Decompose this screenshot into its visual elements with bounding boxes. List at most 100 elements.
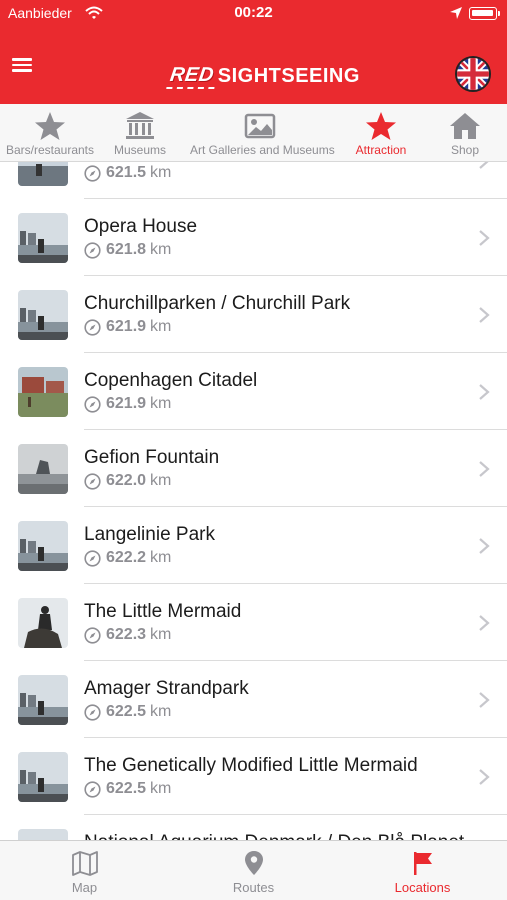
app-header: RED SIGHTSEEING: [0, 27, 507, 104]
compass-icon: [84, 318, 101, 336]
red-sightseeing-logo: RED SIGHTSEEING: [166, 63, 360, 89]
chevron-right-icon: [479, 615, 490, 631]
compass-icon: [84, 472, 101, 490]
battery-tip: [498, 11, 500, 16]
distance-value: 621.9: [106, 318, 147, 335]
attraction-thumbnail: [18, 598, 68, 648]
distance-label: 622.5 km: [84, 702, 171, 722]
attraction-title: National Aquarium Denmark / Den Blå Plan…: [84, 832, 464, 840]
list-item[interactable]: 621.5 km: [0, 162, 507, 199]
attraction-thumbnail: [18, 675, 68, 725]
attraction-title: The Little Mermaid: [84, 601, 242, 622]
tab-museums[interactable]: Museums: [103, 104, 177, 162]
distance-label: 621.5 km: [84, 163, 171, 183]
list-item[interactable]: The Genetically Modified Little Mermaid …: [0, 738, 507, 815]
distance-value: 621.5: [106, 164, 147, 181]
tab-locations[interactable]: Locations: [338, 841, 507, 900]
tab-label: Routes: [232, 880, 275, 895]
list-item[interactable]: Copenhagen Citadel 621.9 km: [0, 353, 507, 430]
chevron-right-icon: [479, 769, 490, 785]
distance-value: 621.9: [106, 395, 147, 412]
attraction-thumbnail: [18, 290, 68, 340]
attraction-thumbnail: [18, 444, 68, 494]
attraction-thumbnail: [18, 752, 68, 802]
chevron-right-icon: [479, 162, 489, 169]
tab-routes[interactable]: Routes: [169, 841, 338, 900]
chevron-right-icon: [479, 307, 490, 323]
distance-unit: km: [150, 164, 172, 181]
distance-label: 622.5 km: [84, 779, 171, 799]
compass-icon: [84, 626, 101, 644]
tab-label: Attraction: [355, 143, 407, 157]
compass-icon: [84, 780, 101, 798]
compass-icon: [84, 395, 101, 413]
star-icon: [366, 112, 396, 140]
distance-label: 621.9 km: [84, 394, 171, 414]
menu-button[interactable]: [10, 55, 36, 77]
bottom-tab-bar: Map Routes Locations: [0, 840, 507, 900]
distance-value: 622.5: [106, 780, 147, 797]
compass-icon: [84, 549, 101, 567]
list-item[interactable]: Amager Strandpark 622.5 km: [0, 661, 507, 738]
distance-value: 622.0: [106, 472, 147, 489]
logo-red-text: RED: [166, 63, 218, 89]
category-tabs: Bars/restaurants Museums Art Galleries a…: [0, 104, 507, 162]
tab-label: Art Galleries and Museums: [190, 143, 335, 157]
distance-label: 621.8 km: [84, 240, 171, 260]
list-item[interactable]: Churchillparken / Churchill Park 621.9 k…: [0, 276, 507, 353]
distance-value: 622.5: [106, 703, 147, 720]
distance-unit: km: [150, 549, 172, 566]
chevron-right-icon: [479, 538, 490, 554]
distance-unit: km: [150, 318, 172, 335]
tab-label: Museums: [113, 143, 166, 157]
attraction-thumbnail: [18, 213, 68, 263]
attraction-thumbnail: [18, 367, 68, 417]
map-icon: [71, 851, 98, 876]
chevron-right-icon: [479, 230, 490, 246]
logo-sightseeing-text: SIGHTSEEING: [217, 64, 360, 87]
list-item[interactable]: Opera House 621.8 km: [0, 199, 507, 276]
star-icon: [35, 112, 65, 140]
attraction-title: Amager Strandpark: [84, 678, 249, 699]
uk-flag-icon: [457, 58, 489, 90]
location-arrow-icon: [450, 7, 462, 19]
distance-value: 622.3: [106, 626, 147, 643]
museum-icon: [126, 112, 154, 139]
tab-shop[interactable]: Shop: [430, 104, 500, 162]
attraction-title: Copenhagen Citadel: [84, 370, 258, 391]
compass-icon: [84, 164, 101, 182]
distance-label: 622.0 km: [84, 471, 171, 491]
distance-unit: km: [150, 472, 172, 489]
pin-icon: [244, 851, 263, 875]
flag-icon: [413, 852, 432, 875]
list-item[interactable]: The Little Mermaid 622.3 km: [0, 584, 507, 661]
chevron-right-icon: [479, 384, 490, 400]
list-item[interactable]: National Aquarium Denmark / Den Blå Plan…: [0, 815, 507, 840]
attraction-thumbnail: [18, 829, 68, 840]
chevron-right-icon: [479, 692, 490, 708]
picture-icon: [244, 113, 276, 139]
attraction-title: Churchillparken / Churchill Park: [84, 293, 351, 314]
tab-art-galleries[interactable]: Art Galleries and Museums: [190, 104, 335, 162]
list-item[interactable]: Gefion Fountain 622.0 km: [0, 430, 507, 507]
distance-unit: km: [150, 241, 172, 258]
distance-label: 622.3 km: [84, 625, 171, 645]
attraction-title: Opera House: [84, 216, 198, 237]
battery-icon: [469, 7, 497, 20]
distance-unit: km: [150, 703, 172, 720]
language-flag-button[interactable]: [455, 56, 491, 92]
tab-map[interactable]: Map: [0, 841, 169, 900]
distance-value: 622.2: [106, 549, 147, 566]
distance-unit: km: [150, 780, 172, 797]
tab-label: Locations: [394, 880, 451, 895]
status-bar: Aanbieder 00:22: [0, 0, 507, 27]
status-time: 00:22: [234, 4, 273, 21]
list-item[interactable]: Langelinie Park 622.2 km: [0, 507, 507, 584]
attraction-thumbnail: [18, 521, 68, 571]
attraction-list: 621.5 km Opera House 621.8 km Churchillp…: [0, 162, 507, 840]
distance-unit: km: [150, 395, 172, 412]
chevron-right-icon: [479, 461, 490, 477]
attraction-title: Gefion Fountain: [84, 447, 220, 468]
tab-attraction[interactable]: Attraction: [343, 104, 419, 162]
compass-icon: [84, 703, 101, 721]
